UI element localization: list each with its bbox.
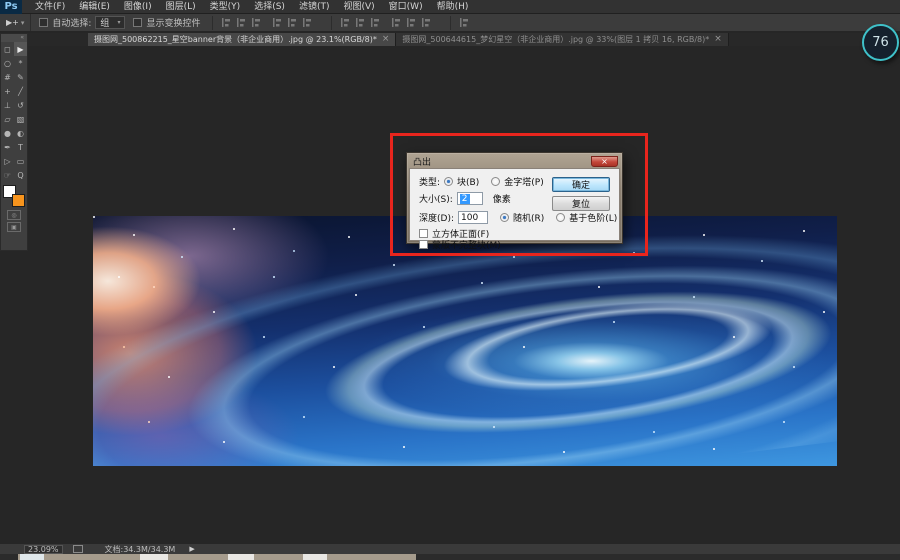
canvas-pasteboard (0, 46, 900, 544)
healing-brush-tool-icon[interactable]: + (1, 84, 14, 98)
distribute-right-edges-icon[interactable] (421, 17, 432, 28)
menu-help[interactable]: 帮助(H) (430, 0, 476, 14)
auto-select-label: 自动选择: (52, 16, 91, 29)
chevron-down-icon: ▾ (21, 19, 25, 27)
align-bottom-edges-icon[interactable] (302, 17, 313, 28)
dodge-tool-icon[interactable]: ◐ (14, 126, 27, 140)
eraser-tool-icon[interactable]: ▱ (1, 112, 14, 126)
shape-tool-icon[interactable]: ▭ (14, 154, 27, 168)
status-bar: 23.09% 文档:34.3M/34.3M ▶ (0, 544, 900, 554)
show-transform-checkbox[interactable] (133, 18, 142, 27)
distribute-bottom-edges-icon[interactable] (370, 17, 381, 28)
taskbar-strip (18, 554, 416, 560)
menu-type[interactable]: 类型(Y) (203, 0, 248, 14)
clone-stamp-tool-icon[interactable]: ⊥ (1, 98, 14, 112)
toolbox-grid: ◻ ▶ ○ * # ✎ + ╱ ⊥ ↺ ▱ ▧ ● ◐ ✒ T ▷ ▭ ☞ Q (1, 42, 27, 182)
document-icon (73, 545, 83, 553)
eyedropper-tool-icon[interactable]: ✎ (14, 70, 27, 84)
document-tab-1-title: 摄图网_500862215_星空banner背景（非企业商用）.jpg @ 23… (94, 34, 377, 45)
distribute-vertical-centers-icon[interactable] (355, 17, 366, 28)
status-expand-arrow-icon[interactable]: ▶ (189, 545, 194, 553)
distribute-group (340, 17, 381, 28)
type-tool-icon[interactable]: T (14, 140, 27, 154)
move-tool-icon: ▶+ (6, 18, 19, 27)
menu-file[interactable]: 文件(F) (28, 0, 72, 14)
screen-mode-icon[interactable]: ▣ (7, 222, 21, 232)
menu-filter[interactable]: 滤镜(T) (292, 0, 337, 14)
options-bar: ▶+ ▾ 自动选择: 组 ▾ 显示变换控件 (0, 14, 900, 32)
history-brush-tool-icon[interactable]: ↺ (14, 98, 27, 112)
brush-tool-icon[interactable]: ╱ (14, 84, 27, 98)
tool-preset-picker[interactable]: ▶+ ▾ (0, 14, 31, 31)
align-right-edges-icon[interactable] (251, 17, 262, 28)
auto-align-layers-icon[interactable] (459, 17, 470, 28)
toolbox-collapse-button[interactable]: « (1, 34, 27, 42)
zoom-level-field[interactable]: 23.09% (24, 545, 63, 554)
background-color-swatch[interactable] (12, 194, 25, 207)
taskbar-button[interactable] (140, 554, 168, 560)
menu-select[interactable]: 选择(S) (247, 0, 292, 14)
divider (212, 16, 213, 30)
taskbar-button[interactable] (20, 554, 44, 560)
move-tool-icon[interactable]: ▶ (14, 42, 27, 56)
menu-image[interactable]: 图像(I) (117, 0, 159, 14)
auto-select-dropdown[interactable]: 组 ▾ (95, 16, 125, 29)
close-icon[interactable]: × (714, 35, 722, 44)
color-swatches (3, 185, 25, 207)
quick-mask-icon[interactable]: ◎ (7, 210, 21, 220)
menu-edit[interactable]: 编辑(E) (72, 0, 117, 14)
zoom-tool-icon[interactable]: Q (14, 168, 27, 182)
align-vertical-centers-icon[interactable] (287, 17, 298, 28)
distribute-left-edges-icon[interactable] (391, 17, 402, 28)
lasso-tool-icon[interactable]: ○ (1, 56, 14, 70)
align-horizontal-centers-icon[interactable] (236, 17, 247, 28)
distribute-horizontal-centers-icon[interactable] (406, 17, 417, 28)
star-field (93, 216, 95, 218)
photoshop-logo: Ps (0, 0, 22, 14)
divider (331, 16, 332, 30)
align-group-2 (272, 17, 313, 28)
taskbar-sliver (0, 554, 900, 560)
toolbox-bottom: ◎ ▣ (1, 208, 27, 232)
taskbar-button[interactable] (228, 554, 254, 560)
rectangular-marquee-tool-icon[interactable]: ◻ (1, 42, 14, 56)
crop-tool-icon[interactable]: # (1, 70, 14, 84)
document-tab-2[interactable]: 摄图网_500644615_梦幻星空（非企业商用）.jpg @ 33%(图层 1… (396, 33, 728, 46)
menu-layer[interactable]: 图层(L) (159, 0, 203, 14)
toolbox-panel: « ◻ ▶ ○ * # ✎ + ╱ ⊥ ↺ ▱ ▧ ● ◐ ✒ T ▷ ▭ ☞ … (0, 33, 28, 251)
blur-tool-icon[interactable]: ● (1, 126, 14, 140)
document-size-label: 文档:34.3M/34.3M (105, 544, 176, 555)
auto-select-checkbox[interactable] (39, 18, 48, 27)
watermark-badge: 76 (862, 24, 899, 61)
align-group (221, 17, 262, 28)
document-tab-1[interactable]: 摄图网_500862215_星空banner背景（非企业商用）.jpg @ 23… (88, 33, 396, 46)
menu-bar: Ps 文件(F) 编辑(E) 图像(I) 图层(L) 类型(Y) 选择(S) 滤… (0, 0, 900, 14)
align-left-edges-icon[interactable] (221, 17, 232, 28)
distribute-top-edges-icon[interactable] (340, 17, 351, 28)
pen-tool-icon[interactable]: ✒ (1, 140, 14, 154)
menu-window[interactable]: 窗口(W) (382, 0, 430, 14)
distribute-group-2 (391, 17, 432, 28)
chevron-down-icon: ▾ (117, 19, 120, 26)
watermark-badge-value: 76 (872, 35, 889, 50)
gradient-tool-icon[interactable]: ▧ (14, 112, 27, 126)
close-icon[interactable]: × (382, 35, 390, 44)
menu-view[interactable]: 视图(V) (336, 0, 381, 14)
document-tab-2-title: 摄图网_500644615_梦幻星空（非企业商用）.jpg @ 33%(图层 1… (402, 34, 709, 45)
auto-select-value: 组 (100, 16, 109, 29)
hand-tool-icon[interactable]: ☞ (1, 168, 14, 182)
divider (450, 16, 451, 30)
path-selection-tool-icon[interactable]: ▷ (1, 154, 14, 168)
taskbar-button[interactable] (303, 554, 327, 560)
document-tab-bar: 摄图网_500862215_星空banner背景（非企业商用）.jpg @ 23… (0, 33, 900, 46)
align-top-edges-icon[interactable] (272, 17, 283, 28)
annotation-rectangle (390, 133, 648, 256)
magic-wand-tool-icon[interactable]: * (14, 56, 27, 70)
show-transform-label: 显示变换控件 (146, 16, 200, 29)
